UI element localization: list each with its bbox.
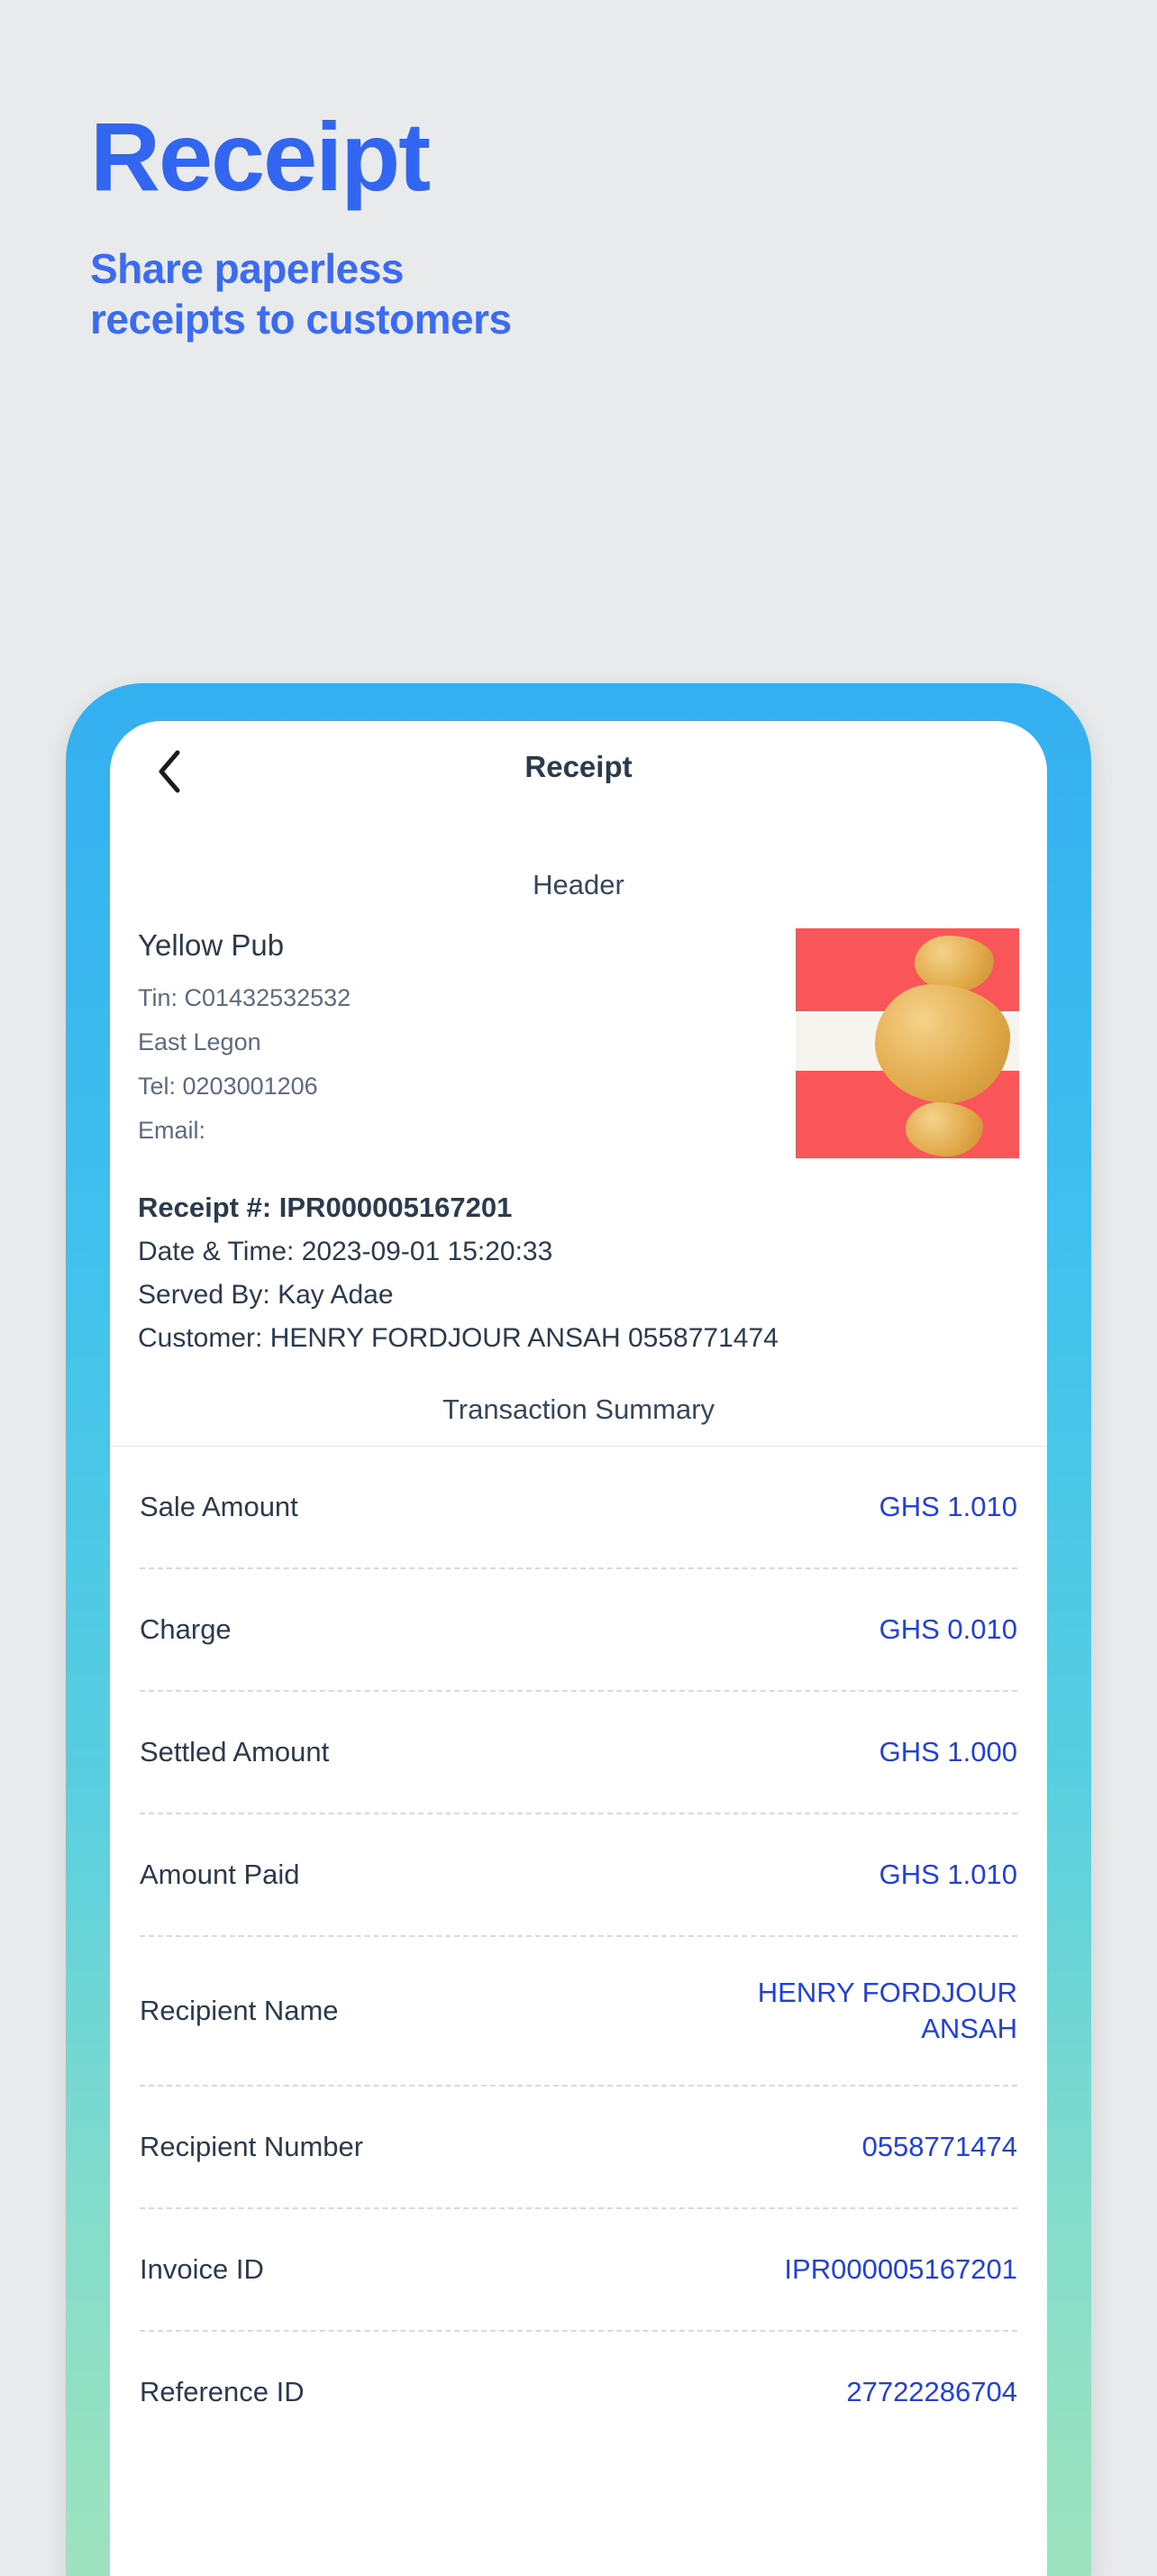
merchant-block: Yellow Pub Tin: C01432532532 East Legon … — [138, 928, 1019, 1161]
receipt-served-by: Served By: Kay Adae — [138, 1280, 394, 1310]
row-value: GHS 1.000 — [879, 1736, 1017, 1768]
promo-subtitle-line-1: Share paperless — [90, 245, 404, 292]
merchant-tin: Tin: C01432532532 — [138, 984, 351, 1011]
row-value: 27722286704 — [846, 2376, 1017, 2408]
row-label: Recipient Number — [140, 2131, 364, 2162]
promo-subtitle: Share paperless receipts to customers — [90, 243, 991, 344]
table-row: Recipient Name HENRY FORDJOUR ANSAH — [140, 1937, 1017, 2087]
logo-food-shape-middle — [875, 984, 1010, 1103]
row-value: GHS 0.010 — [879, 1613, 1017, 1646]
header-section-label: Header — [533, 869, 624, 900]
app-bar: Receipt — [110, 721, 1047, 822]
table-row: Charge GHS 0.010 — [140, 1569, 1017, 1692]
row-label: Recipient Name — [140, 1995, 339, 2026]
table-row: Sale Amount GHS 1.010 — [140, 1447, 1017, 1569]
row-label: Invoice ID — [140, 2253, 264, 2285]
row-value: GHS 1.010 — [879, 1859, 1017, 1891]
table-row: Invoice ID IPR000005167201 — [140, 2209, 1017, 2332]
receipt-date-time: Date & Time: 2023-09-01 15:20:33 — [138, 1237, 553, 1266]
phone-screen: Receipt Header Yellow Pub Tin: C01432532… — [110, 721, 1047, 2576]
merchant-email: Email: — [138, 1117, 206, 1144]
receipt-meta: Receipt #: IPR000005167201 Date & Time: … — [138, 1192, 1019, 1354]
phone-frame: Receipt Header Yellow Pub Tin: C01432532… — [66, 683, 1091, 2576]
transaction-summary-label: Transaction Summary — [442, 1393, 715, 1425]
merchant-logo-image — [796, 928, 1019, 1158]
page-title: Receipt — [90, 102, 431, 211]
merchant-name: Yellow Pub — [138, 928, 285, 962]
receipt-customer: Customer: HENRY FORDJOUR ANSAH 055877147… — [138, 1323, 779, 1353]
table-row: Recipient Number 0558771474 — [140, 2087, 1017, 2209]
logo-food-shape-top — [915, 936, 994, 991]
logo-food-shape-bottom — [906, 1102, 983, 1156]
table-row: Reference ID 27722286704 — [140, 2332, 1017, 2453]
receipt-body: Header Yellow Pub Tin: C01432532532 East… — [110, 869, 1047, 2453]
merchant-info: Yellow Pub Tin: C01432532532 East Legon … — [138, 928, 796, 1161]
row-label: Reference ID — [140, 2376, 305, 2407]
merchant-address: East Legon — [138, 1028, 261, 1055]
merchant-tel: Tel: 0203001206 — [138, 1073, 318, 1100]
row-value: GHS 1.010 — [879, 1491, 1017, 1523]
app-bar-title: Receipt — [524, 750, 633, 783]
row-value: HENRY FORDJOUR ANSAH — [757, 1977, 1017, 2044]
row-value: IPR000005167201 — [784, 2253, 1017, 2286]
row-label: Amount Paid — [140, 1859, 300, 1890]
transaction-summary-list: Sale Amount GHS 1.010 Charge GHS 0.010 S… — [138, 1447, 1019, 2453]
row-value: 0558771474 — [861, 2131, 1017, 2163]
promo-subtitle-line-2: receipts to customers — [90, 296, 512, 343]
row-label: Charge — [140, 1613, 232, 1645]
promo-header: Receipt Share paperless receipts to cust… — [90, 108, 991, 344]
receipt-number: Receipt #: IPR000005167201 — [138, 1192, 513, 1223]
table-row: Settled Amount GHS 1.000 — [140, 1692, 1017, 1814]
row-label: Settled Amount — [140, 1736, 330, 1768]
table-row: Amount Paid GHS 1.010 — [140, 1814, 1017, 1937]
row-label: Sale Amount — [140, 1491, 298, 1522]
